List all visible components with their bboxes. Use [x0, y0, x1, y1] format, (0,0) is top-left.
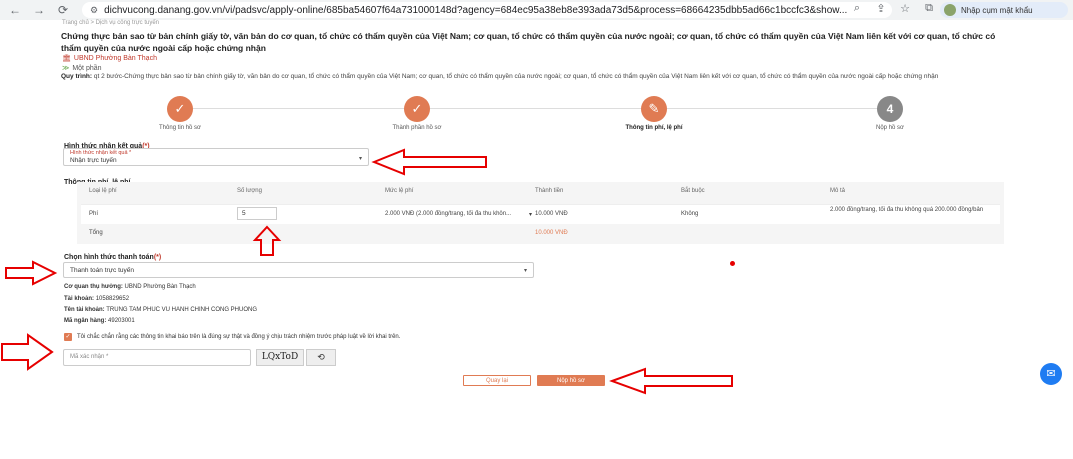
up-arrow-annotation	[252, 225, 282, 256]
left-arrow-annotation	[371, 148, 487, 176]
right-arrow-annotation	[5, 260, 58, 286]
left-arrow-annotation	[609, 367, 733, 395]
annotation-arrows	[1, 148, 733, 395]
right-arrow-annotation	[1, 333, 54, 371]
